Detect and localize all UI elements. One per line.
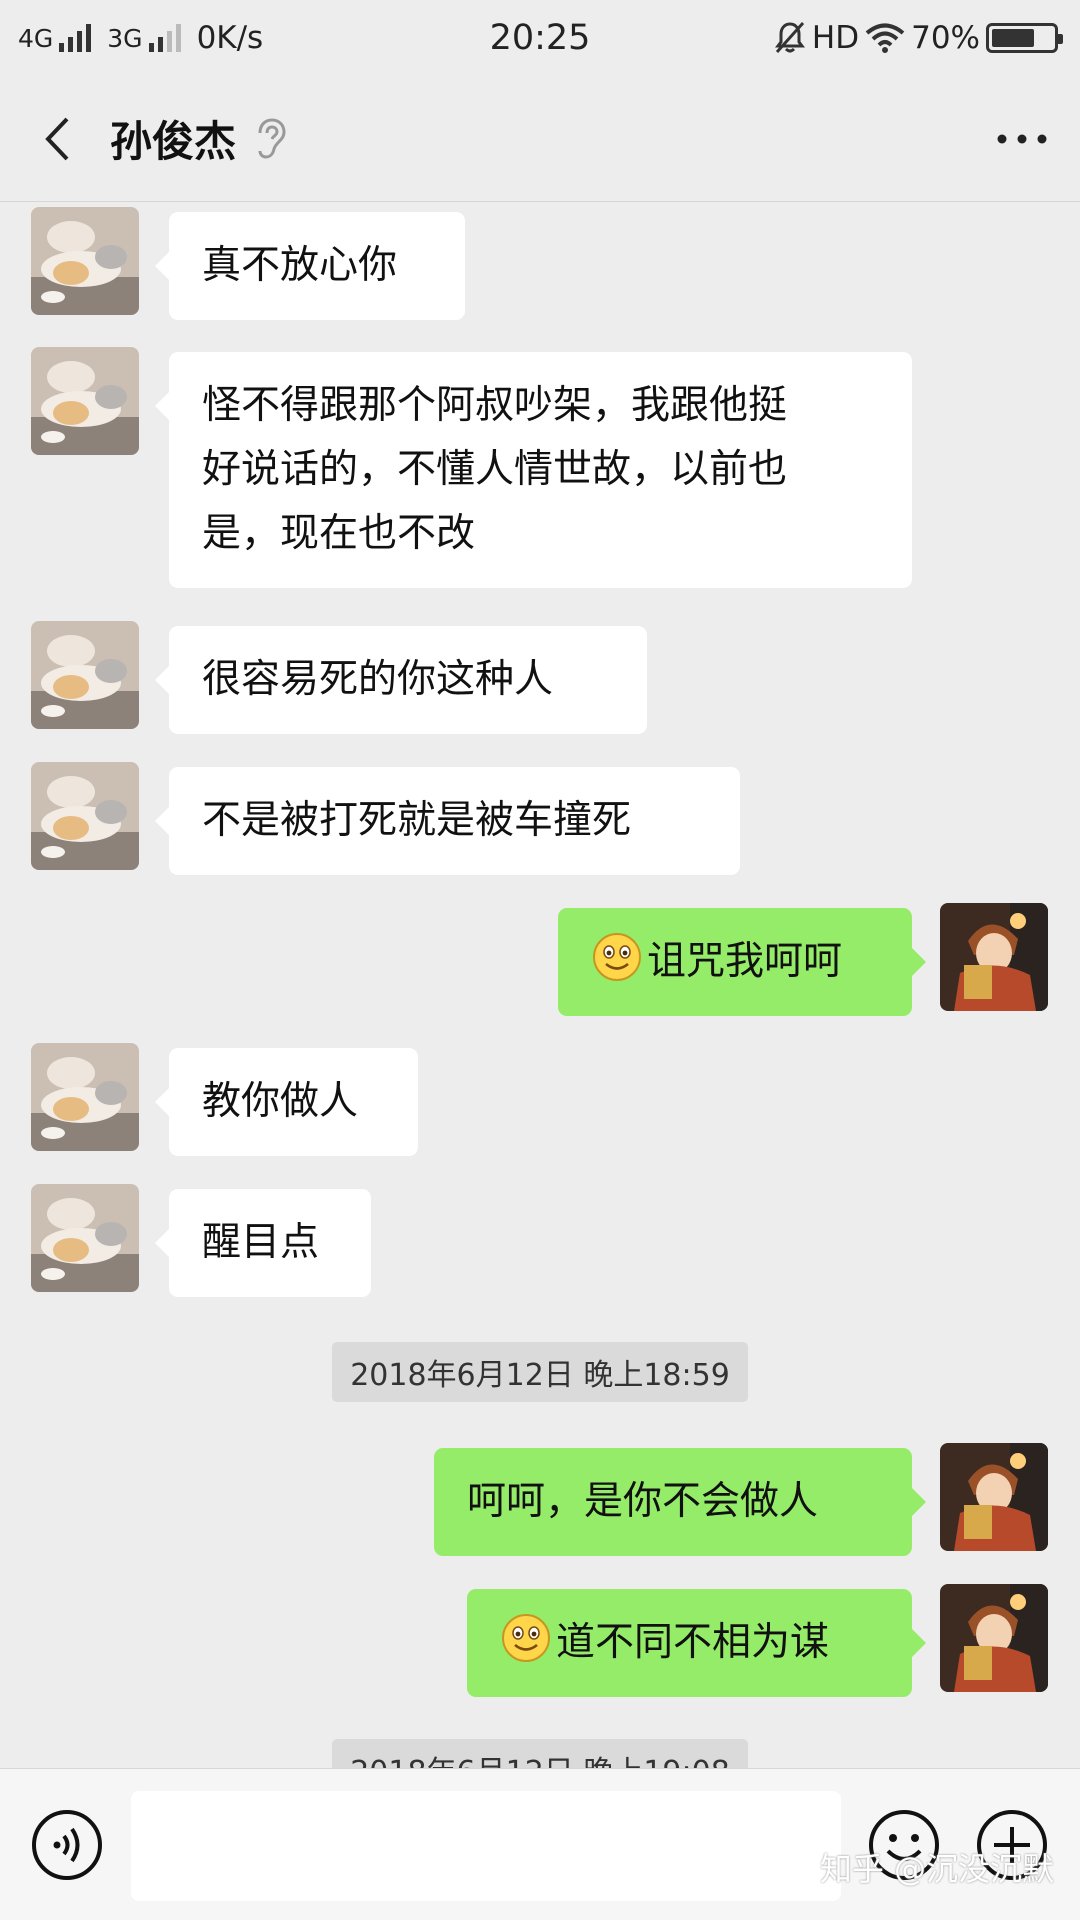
contact-avatar[interactable] — [31, 347, 139, 455]
contact-avatar[interactable] — [31, 621, 139, 729]
contact-avatar[interactable] — [31, 762, 139, 870]
message-text: 诅咒我呵呵 — [647, 939, 843, 984]
message-bubble[interactable]: 呵呵，是你不会做人 — [434, 1448, 926, 1556]
smile-emoji-icon — [593, 933, 641, 981]
wifi-icon — [865, 23, 905, 53]
my-avatar[interactable] — [940, 903, 1048, 1011]
message-bubble[interactable]: 真不放心你 — [155, 212, 465, 320]
smile-emoji-icon — [502, 1614, 550, 1662]
message-bubble[interactable]: 诅咒我呵呵 — [558, 908, 926, 1016]
chat-title: 孙俊杰 — [110, 117, 237, 166]
network-speed: 0K/s — [196, 20, 264, 56]
message-text: 道不同不相为谋 — [556, 1620, 830, 1665]
mute-bell-icon — [774, 21, 805, 54]
battery-percent: 70% — [911, 20, 980, 56]
ear-icon — [258, 117, 286, 159]
message-bubble[interactable]: 很容易死的你这种人 — [155, 626, 647, 734]
timestamp-label: 2018年6月12日 晚上18:59 — [332, 1342, 748, 1402]
message-bubble[interactable]: 教你做人 — [155, 1048, 418, 1156]
message-bubble[interactable]: 道不同不相为谋 — [467, 1589, 926, 1697]
status-bar: 4G 3G 0K/s 20:25 HD 70% — [0, 0, 1080, 76]
network-4g-label: 4G — [18, 23, 54, 53]
hd-label: HD — [811, 20, 860, 56]
message-bubble[interactable]: 醒目点 — [155, 1189, 371, 1297]
more-dots-icon — [997, 134, 1047, 143]
chat-header: 孙俊杰 — [0, 76, 1080, 202]
signal-icon — [59, 24, 92, 52]
back-button[interactable] — [28, 109, 88, 169]
my-avatar[interactable] — [940, 1443, 1048, 1551]
timestamp-label: 2018年6月12日 晚上19:08 — [332, 1739, 748, 1768]
more-button[interactable] — [992, 109, 1052, 169]
message-line: 好说话的，不懂人情世故，以前也 — [202, 447, 788, 492]
voice-button[interactable] — [31, 1809, 103, 1885]
message-line: 是，现在也不改 — [202, 511, 476, 556]
timestamp: 2018年6月12日 晚上18:59 — [0, 1342, 1080, 1402]
network-3g-label: 3G — [107, 23, 143, 53]
battery-icon — [986, 23, 1063, 53]
status-right: HD 70% — [774, 20, 1063, 56]
contact-avatar[interactable] — [31, 207, 139, 315]
signal-weak-icon — [148, 24, 181, 52]
message-list[interactable]: 真不放心你 怪不得跟那个阿叔吵架，我跟他挺 好说话的，不懂人情世故，以前也 是，… — [0, 203, 1080, 1768]
message-input[interactable] — [131, 1791, 841, 1901]
message-bubble[interactable]: 不是被打死就是被车撞死 — [155, 767, 740, 875]
message-bubble[interactable]: 怪不得跟那个阿叔吵架，我跟他挺 好说话的，不懂人情世故，以前也 是，现在也不改 — [155, 352, 912, 588]
contact-avatar[interactable] — [31, 1184, 139, 1292]
watermark: 知乎 @沉没沉默 — [819, 1850, 1054, 1888]
my-avatar[interactable] — [940, 1584, 1048, 1692]
message-line: 怪不得跟那个阿叔吵架，我跟他挺 — [202, 383, 788, 428]
chevron-left-icon — [45, 117, 69, 160]
voice-icon — [32, 1810, 102, 1880]
timestamp: 2018年6月12日 晚上19:08 — [0, 1739, 1080, 1768]
contact-avatar[interactable] — [31, 1043, 139, 1151]
status-left: 4G 3G 0K/s — [18, 20, 263, 56]
